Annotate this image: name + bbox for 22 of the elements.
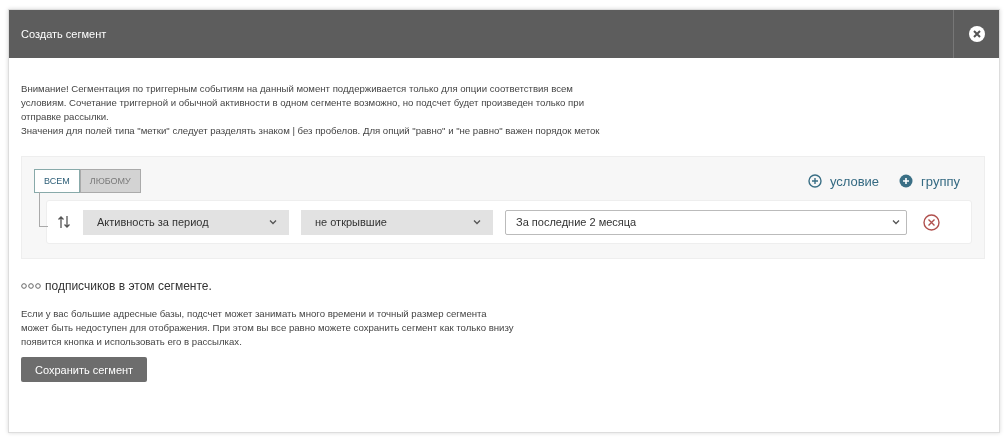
chevron-down-icon <box>892 219 900 225</box>
add-link[interactable]: группу <box>899 173 960 189</box>
select-field[interactable]: Активность за период <box>83 209 289 235</box>
remove-button[interactable] <box>923 213 940 231</box>
notice-text: Внимание! Сегментация по триггерным событиям на данный момент поддерживается только для опции соответствия всем условиям. Сочетание триггерной и обычной активности в одном сегменте возможно, но подсчет будет произведен только при отправке рассылки. <box>21 82 585 124</box>
dialog-title: Создать сегмент <box>21 28 107 40</box>
plus-circle-icon <box>807 174 822 188</box>
loading-dots-icon <box>21 283 41 289</box>
select-field[interactable]: За последние 2 месяца <box>505 209 907 235</box>
chevron-down-icon <box>269 219 277 225</box>
plus-circle-icon <box>899 174 914 188</box>
chevron-down-icon <box>473 219 481 225</box>
subscriber-count-text: подписчиков в этом сегменте. <box>45 279 212 293</box>
hint-text: Если у вас большие адресные базы, подсчет может занимать много времени и точный размер сегмента может быть недоступен для отображения. При этом вы все равно можете сохранить сегмент как только внизу появится кнопка и использовать его в рассылках. <box>21 307 515 349</box>
match-tab[interactable]: ВСЕМ <box>34 169 80 193</box>
sort-icon[interactable] <box>57 215 71 229</box>
close-icon <box>968 26 985 42</box>
remove-icon <box>923 213 940 231</box>
select-field[interactable]: не открывшие <box>301 209 493 235</box>
save-button[interactable]: Сохранить сегмент <box>21 357 148 382</box>
notice-text: Значения для полей типа "метки" следует разделять знаком | без пробелов. Для опций "равно" и "не равно" важен порядок меток <box>21 124 601 138</box>
add-link[interactable]: условие <box>807 173 880 189</box>
